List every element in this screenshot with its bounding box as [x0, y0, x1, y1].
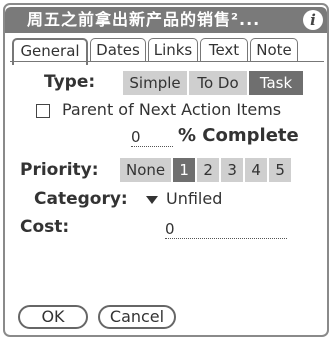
title-bar: 周五之前拿出新产品的销售²... i [5, 7, 327, 33]
ok-button[interactable]: OK [18, 305, 88, 329]
type-option-task[interactable]: Task [249, 71, 303, 95]
parent-checkbox[interactable] [36, 104, 50, 118]
tab-divider [10, 61, 324, 62]
priority-option-1[interactable]: 1 [173, 158, 196, 182]
cost-field[interactable]: 0 [165, 220, 287, 239]
category-label: Category: [34, 189, 128, 209]
info-icon[interactable]: i [303, 10, 323, 30]
cost-label: Cost: [20, 217, 70, 237]
type-option-todo[interactable]: To Do [189, 71, 247, 95]
percent-complete-field[interactable]: 0 [131, 128, 173, 147]
chevron-down-icon[interactable] [146, 196, 158, 204]
parent-checkbox-label: Parent of Next Action Items [62, 100, 282, 119]
tab-dates[interactable]: Dates [90, 38, 146, 62]
priority-option-3[interactable]: 3 [221, 158, 244, 182]
tab-text[interactable]: Text [200, 38, 248, 62]
priority-option-2[interactable]: 2 [197, 158, 220, 182]
priority-option-4[interactable]: 4 [245, 158, 268, 182]
tab-links[interactable]: Links [148, 38, 198, 62]
priority-option-none[interactable]: None [120, 158, 172, 182]
priority-selector: None 1 2 3 4 5 [120, 158, 292, 182]
tab-note[interactable]: Note [250, 38, 298, 62]
priority-label: Priority: [20, 160, 99, 180]
cancel-button[interactable]: Cancel [98, 305, 176, 329]
percent-complete-label: % Complete [178, 125, 299, 146]
category-dropdown[interactable]: Unfiled [166, 189, 222, 208]
type-label: Type: [44, 72, 96, 92]
priority-option-5[interactable]: 5 [269, 158, 292, 182]
type-option-simple[interactable]: Simple [123, 71, 187, 95]
dialog-title: 周五之前拿出新产品的销售²... [27, 10, 261, 29]
type-selector: Simple To Do Task [123, 71, 303, 95]
